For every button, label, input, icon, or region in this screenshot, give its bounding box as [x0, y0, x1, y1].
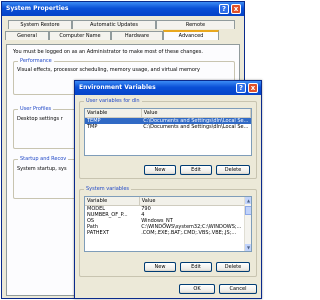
ok-button[interactable]: OK — [179, 284, 215, 294]
user-delete-button[interactable]: Delete — [216, 165, 250, 175]
close-icon[interactable]: x — [231, 4, 241, 14]
system-variables-list[interactable]: Variable Value MODEL 790 NUMBER_OF_P... … — [84, 196, 252, 252]
system-variables-scrollbar[interactable]: ▲ ▼ — [244, 197, 251, 251]
variable-value: C:\Documents and Settings\dln\Local Se..… — [143, 123, 249, 130]
user-variables-group: User variables for dln Variable Value TE… — [79, 98, 257, 179]
performance-group-title: Performance — [18, 58, 54, 64]
close-icon[interactable]: x — [248, 83, 258, 93]
help-icon[interactable]: ? — [236, 83, 246, 93]
column-header-variable[interactable]: Variable — [85, 197, 140, 206]
cancel-button[interactable]: Cancel — [219, 284, 257, 294]
variable-value: C:\Documents and Settings\dln\Local Se..… — [141, 117, 251, 124]
user-variables-table: Variable Value TEMP C:\Documents and Set… — [85, 109, 251, 130]
column-header-value[interactable]: Value — [139, 197, 246, 206]
table-row[interactable]: TMP C:\Documents and Settings\dln\Local … — [85, 124, 251, 130]
startup-recovery-description: System startup, sys — [17, 166, 67, 172]
user-variables-list[interactable]: Variable Value TEMP C:\Documents and Set… — [84, 108, 252, 156]
performance-description: Visual effects, processor scheduling, me… — [17, 67, 200, 73]
variable-name: PATHEXT — [87, 229, 110, 236]
window-title: System Properties — [6, 5, 69, 12]
tab-system-restore[interactable]: System Restore — [8, 20, 72, 29]
help-icon[interactable]: ? — [219, 4, 229, 14]
startup-recovery-group-title: Startup and Recov — [18, 156, 69, 162]
system-new-button[interactable]: New — [144, 262, 176, 272]
system-delete-button[interactable]: Delete — [216, 262, 250, 272]
tab-general[interactable]: General — [5, 31, 49, 40]
variable-value: C:\WINDOWS\system32;C:\WINDOWS;... — [141, 223, 242, 230]
user-profiles-description: Desktop settings r — [17, 116, 63, 122]
scroll-down-arrow-icon[interactable]: ▼ — [245, 244, 251, 251]
column-header-value[interactable]: Value — [141, 109, 251, 118]
variable-value: .COM;.EXE;.BAT;.CMD;.VBS;.VBE;.JS;... — [141, 229, 237, 236]
environment-variables-dialog: Environment Variables ? x User variables… — [74, 80, 262, 299]
user-variables-group-title: User variables for dln — [84, 98, 142, 104]
table-row[interactable]: PATHEXT .COM;.EXE;.BAT;.CMD;.VBS;.VBE;.J… — [85, 230, 245, 236]
scroll-thumb[interactable] — [245, 206, 251, 215]
tab-advanced[interactable]: Advanced — [163, 30, 219, 40]
user-profiles-group-title: User Profiles — [18, 106, 54, 112]
system-variables-group-title: System variables — [84, 186, 132, 192]
environment-variables-titlebar[interactable]: Environment Variables ? x — [75, 81, 261, 95]
admin-notice: You must be logged on as an Administrato… — [13, 49, 203, 55]
tab-hardware[interactable]: Hardware — [111, 31, 163, 40]
tab-automatic-updates[interactable]: Automatic Updates — [72, 20, 156, 29]
tab-computer-name[interactable]: Computer Name — [49, 31, 111, 40]
scroll-up-arrow-icon[interactable]: ▲ — [245, 197, 251, 204]
system-variables-header: Variable Value — [85, 197, 246, 206]
system-variables-table: Variable Value MODEL 790 NUMBER_OF_P... … — [85, 197, 246, 236]
user-edit-button[interactable]: Edit — [180, 165, 212, 175]
user-variables-header: Variable Value — [85, 109, 251, 118]
system-properties-titlebar[interactable]: System Properties ? x — [2, 2, 244, 16]
tab-strip: System Restore Automatic Updates Remote … — [5, 20, 242, 44]
system-edit-button[interactable]: Edit — [180, 262, 212, 272]
system-variables-group: System variables Variable Value MODEL 79… — [79, 186, 257, 277]
user-profiles-group: User Profiles Desktop settings r — [13, 106, 77, 149]
startup-recovery-group: Startup and Recov System startup, sys — [13, 156, 77, 199]
variable-name: TMP — [87, 123, 98, 130]
column-header-variable[interactable]: Variable — [85, 109, 142, 118]
user-new-button[interactable]: New — [144, 165, 176, 175]
dialog-title: Environment Variables — [79, 84, 156, 91]
tab-remote[interactable]: Remote — [156, 20, 235, 29]
